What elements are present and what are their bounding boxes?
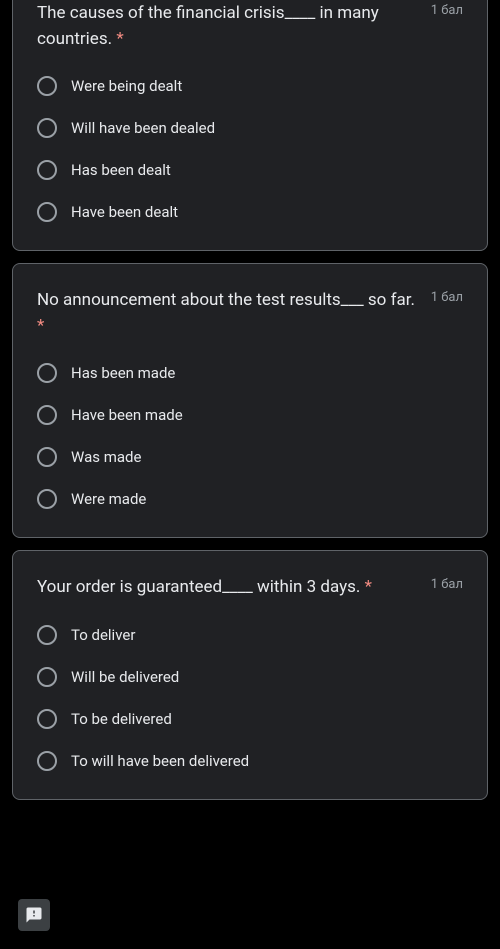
feedback-button[interactable] <box>18 899 50 931</box>
question-card: No announcement about the test results__… <box>12 263 488 538</box>
option-label: Was made <box>71 448 141 466</box>
radio-option[interactable]: Will be delivered <box>37 667 463 687</box>
radio-icon <box>37 202 57 222</box>
question-text: Your order is guaranteed____ within 3 da… <box>37 575 419 601</box>
option-label: Were made <box>71 490 146 508</box>
radio-option[interactable]: To be delivered <box>37 709 463 729</box>
options-group: Were being dealt Will have been dealed H… <box>37 76 463 222</box>
option-label: Have been dealt <box>71 203 178 221</box>
radio-option[interactable]: Were made <box>37 489 463 509</box>
option-label: To will have been delivered <box>71 752 249 770</box>
question-header: No announcement about the test results__… <box>37 288 463 339</box>
radio-option[interactable]: Has been made <box>37 363 463 383</box>
points-label: 1 бал <box>431 1 463 18</box>
option-label: Have been made <box>71 406 183 424</box>
radio-icon <box>37 751 57 771</box>
option-label: Has been dealt <box>71 161 171 179</box>
question-prompt: The causes of the financial crisis____ i… <box>37 3 379 49</box>
required-asterisk: * <box>116 29 123 49</box>
option-label: Has been made <box>71 364 175 382</box>
question-text: The causes of the financial crisis____ i… <box>37 1 419 52</box>
radio-icon <box>37 118 57 138</box>
points-label: 1 бал <box>431 575 463 592</box>
question-text: No announcement about the test results__… <box>37 288 419 339</box>
feedback-icon <box>25 906 43 924</box>
radio-option[interactable]: Were being dealt <box>37 76 463 96</box>
option-label: To be delivered <box>71 710 172 728</box>
form-container: The causes of the financial crisis____ i… <box>0 0 500 800</box>
question-header: The causes of the financial crisis____ i… <box>37 1 463 52</box>
options-group: To deliver Will be delivered To be deliv… <box>37 625 463 771</box>
radio-option[interactable]: Have been made <box>37 405 463 425</box>
required-asterisk: * <box>365 577 372 597</box>
radio-icon <box>37 489 57 509</box>
radio-icon <box>37 405 57 425</box>
radio-option[interactable]: To will have been delivered <box>37 751 463 771</box>
radio-icon <box>37 667 57 687</box>
question-prompt: No announcement about the test results__… <box>37 290 415 310</box>
question-card: The causes of the financial crisis____ i… <box>12 0 488 251</box>
radio-icon <box>37 709 57 729</box>
option-label: Will have been dealed <box>71 119 215 137</box>
required-asterisk: * <box>37 316 44 336</box>
radio-option[interactable]: Has been dealt <box>37 160 463 180</box>
radio-option[interactable]: Will have been dealed <box>37 118 463 138</box>
radio-option[interactable]: Was made <box>37 447 463 467</box>
radio-icon <box>37 447 57 467</box>
points-label: 1 бал <box>431 288 463 305</box>
question-prompt: Your order is guaranteed____ within 3 da… <box>37 577 360 597</box>
radio-option[interactable]: Have been dealt <box>37 202 463 222</box>
question-card: Your order is guaranteed____ within 3 da… <box>12 550 488 800</box>
radio-icon <box>37 625 57 645</box>
radio-icon <box>37 76 57 96</box>
radio-icon <box>37 363 57 383</box>
radio-icon <box>37 160 57 180</box>
option-label: Were being dealt <box>71 77 182 95</box>
option-label: To deliver <box>71 626 135 644</box>
option-label: Will be delivered <box>71 668 179 686</box>
options-group: Has been made Have been made Was made We… <box>37 363 463 509</box>
radio-option[interactable]: To deliver <box>37 625 463 645</box>
question-header: Your order is guaranteed____ within 3 da… <box>37 575 463 601</box>
